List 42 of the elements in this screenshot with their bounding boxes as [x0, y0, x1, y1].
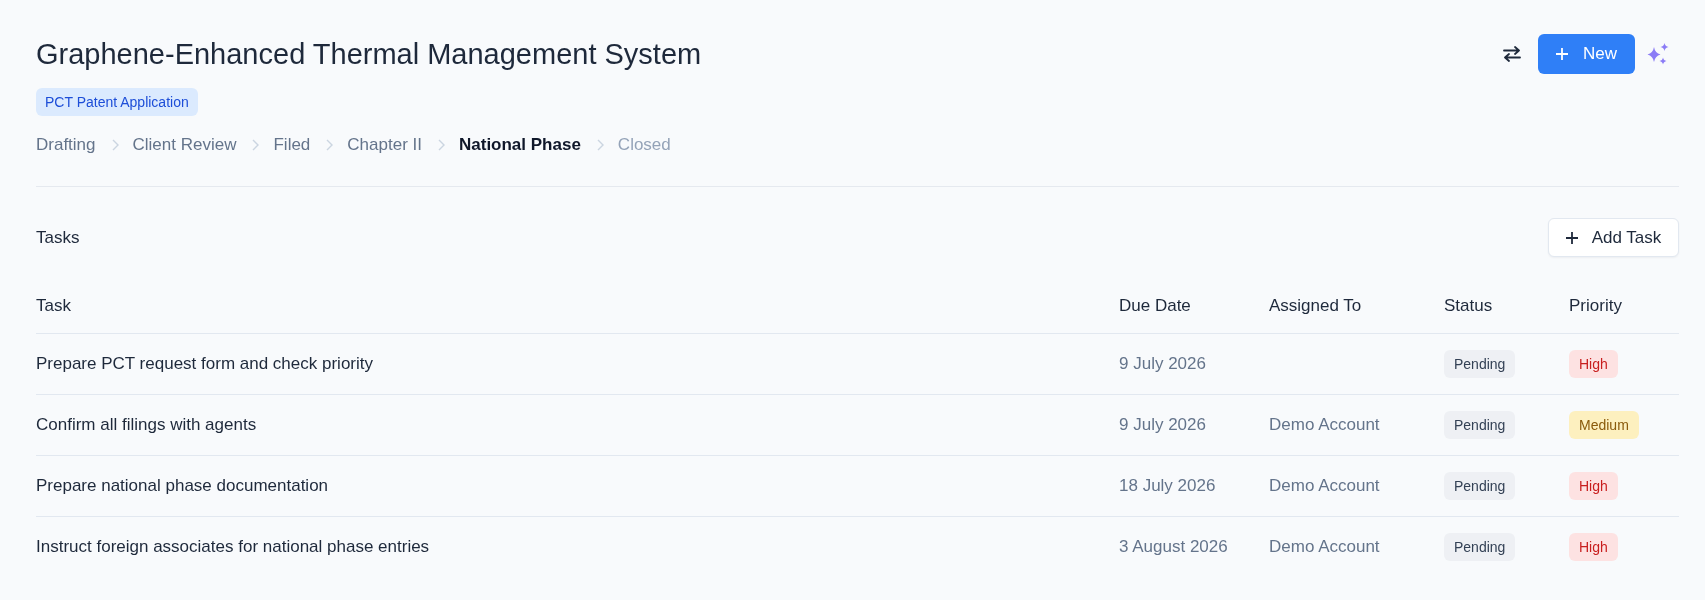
plus-icon: [1565, 231, 1578, 244]
due-date: 9 July 2026: [1119, 414, 1206, 434]
status-tag: Pending: [1444, 532, 1516, 561]
chevron-icon: [596, 139, 604, 151]
column-header: Due Date: [1119, 296, 1191, 315]
priority-tag: High: [1569, 349, 1618, 378]
chevron-icon: [252, 139, 260, 151]
add-task-button[interactable]: Add Task: [1548, 218, 1679, 257]
section-title: Tasks: [36, 226, 80, 249]
task-name[interactable]: Confirm all filings with agents: [36, 414, 257, 434]
due-date: 3 August 2026: [1119, 537, 1228, 556]
task-name[interactable]: Prepare PCT request form and check priority: [36, 353, 373, 373]
task-name[interactable]: Instruct foreign associates for national phase entries: [36, 537, 430, 556]
stage-step[interactable]: Chapter II: [347, 133, 422, 157]
application-type-tag: PCT Patent Application: [36, 88, 198, 116]
stage-step[interactable]: National Phase: [459, 133, 581, 157]
column-header: Assigned To: [1269, 296, 1362, 315]
stage-step[interactable]: Client Review: [132, 133, 237, 157]
assignee: Demo Account: [1269, 475, 1380, 495]
stage-step[interactable]: Drafting: [36, 133, 96, 157]
stage-step[interactable]: Filed: [273, 133, 311, 157]
column-header: Priority: [1569, 296, 1622, 315]
new-button[interactable]: New: [1538, 34, 1635, 74]
assignee: Demo Account: [1269, 537, 1380, 556]
due-date: 18 July 2026: [1119, 475, 1216, 495]
priority-tag: Medium: [1569, 410, 1639, 439]
swap-icon[interactable]: [1502, 46, 1522, 62]
chevron-icon: [438, 139, 445, 151]
due-date: 9 July 2026: [1119, 353, 1206, 373]
column-header: Status: [1444, 296, 1493, 315]
chevron-icon: [111, 139, 119, 151]
column-header: Task: [36, 296, 71, 315]
page-title: Graphene-Enhanced Thermal Management System: [36, 37, 702, 72]
priority-tag: High: [1569, 532, 1618, 561]
task-name[interactable]: Prepare national phase documentation: [36, 475, 329, 495]
assignee: Demo Account: [1269, 414, 1380, 434]
chevron-icon: [326, 139, 334, 151]
status-tag: Pending: [1444, 471, 1516, 500]
status-tag: Pending: [1444, 349, 1516, 378]
plus-icon: [1556, 48, 1568, 60]
status-tag: Pending: [1444, 410, 1516, 439]
priority-tag: High: [1569, 471, 1618, 500]
